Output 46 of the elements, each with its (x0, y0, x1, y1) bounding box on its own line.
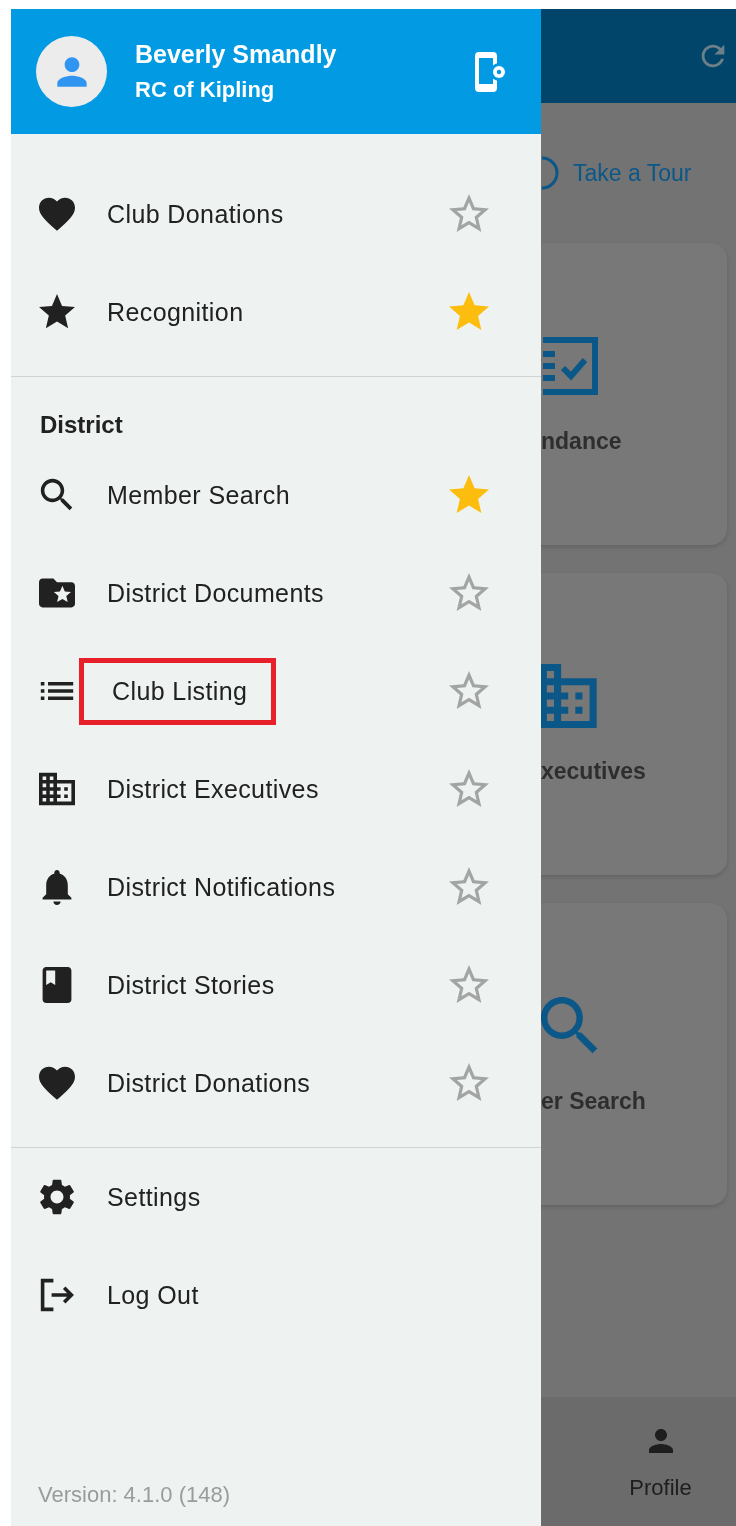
menu-item-label: Member Search (107, 480, 292, 510)
menu-item[interactable]: Log Out (11, 1246, 541, 1344)
menu-item[interactable]: District Documents (11, 544, 541, 642)
building-icon (541, 663, 599, 728)
menu-item-label: District Donations (107, 1068, 312, 1098)
menu-item[interactable]: Club Listing (11, 642, 541, 740)
menu-item-label: District Executives (107, 774, 320, 804)
favorite-star-button[interactable] (449, 292, 489, 332)
favorite-star-button[interactable] (449, 1063, 489, 1103)
menu-item-label: Settings (107, 1182, 202, 1212)
favorite-star-button[interactable] (449, 965, 489, 1005)
logout-icon (39, 1277, 75, 1313)
menu-item-label: Recognition (107, 297, 245, 327)
menu-item-label: Log Out (107, 1280, 200, 1310)
version-text: Version: 4.1.0 (148) (37, 1482, 231, 1509)
menu-item[interactable]: Settings (11, 1148, 541, 1246)
card-label: er Search (541, 1087, 647, 1115)
favorite-star-button[interactable] (449, 769, 489, 809)
building-icon (39, 771, 75, 807)
card-label: xecutives (541, 757, 647, 785)
menu-item-label: Club Listing (79, 657, 277, 725)
menu-item-label: Club Donations (107, 199, 285, 229)
menu-item-label: District Documents (107, 578, 325, 608)
menu-item-label: District Stories (107, 970, 276, 1000)
heart-icon (39, 1065, 75, 1101)
heart-icon (39, 196, 75, 232)
favorite-star-button[interactable] (449, 475, 489, 515)
menu-item[interactable]: Club Donations (11, 165, 541, 263)
menu-item[interactable]: District Donations (11, 1034, 541, 1132)
club-name: RC of Kipling (135, 77, 276, 103)
menu-item-label: District Notifications (107, 872, 337, 902)
settings-icon (39, 1179, 75, 1215)
menu-item[interactable]: Recognition (11, 263, 541, 361)
favorite-star-button[interactable] (449, 194, 489, 234)
menu-item[interactable]: District Stories (11, 936, 541, 1034)
menu-item[interactable]: Member Search (11, 446, 541, 544)
menu-item[interactable]: District Executives (11, 740, 541, 838)
card-label: ndance (541, 427, 623, 455)
favorite-star-button[interactable] (449, 867, 489, 907)
user-name: Beverly Smandly (135, 40, 338, 69)
favorite-star-button[interactable] (449, 573, 489, 613)
menu-item[interactable]: District Notifications (11, 838, 541, 936)
favorite-star-button[interactable] (449, 671, 489, 711)
star-icon (39, 294, 75, 330)
section-heading: District (39, 410, 124, 440)
search-icon (39, 477, 75, 513)
